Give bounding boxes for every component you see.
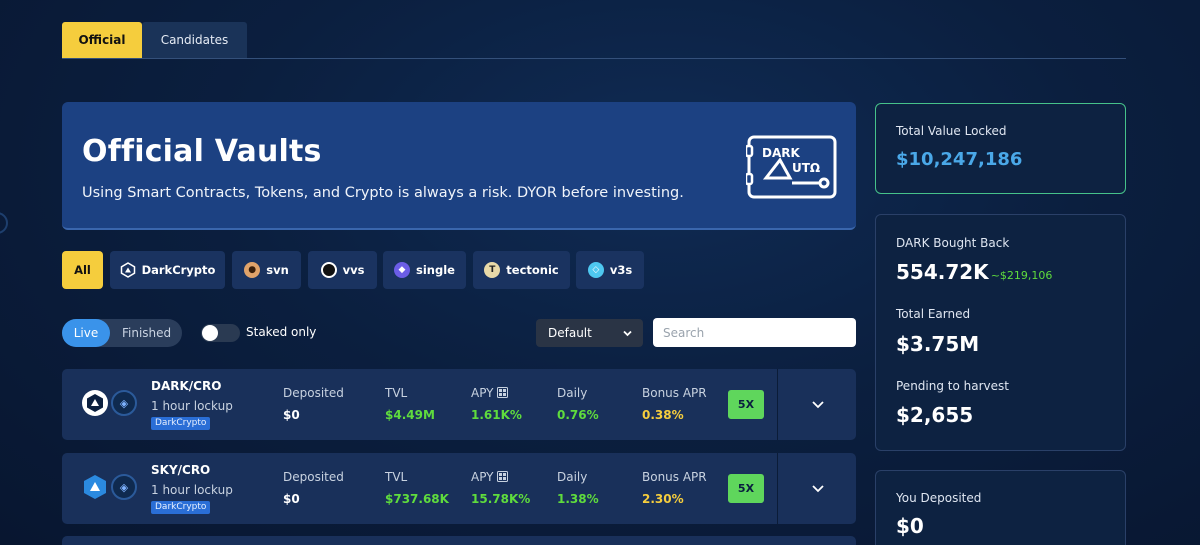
vvs-icon	[320, 262, 337, 278]
filter-vvs[interactable]: vvs	[308, 251, 377, 289]
filter-label: DarkCrypto	[141, 263, 216, 277]
you-deposited-card: You Deposited $0	[875, 470, 1126, 545]
filter-label: svn	[266, 263, 289, 277]
tvl-card-label: Total Value Locked	[896, 124, 1007, 138]
switch-knob	[202, 325, 218, 341]
filter-v3s[interactable]: ◇ v3s	[576, 251, 644, 289]
deposited-label: Deposited	[283, 470, 344, 484]
tab-official[interactable]: Official	[62, 22, 142, 58]
apy-label-text: APY	[471, 470, 494, 484]
cro-token-icon: ◈	[111, 390, 137, 416]
pending-harvest-label: Pending to harvest	[896, 379, 1009, 393]
you-deposited-value: $0	[896, 514, 924, 538]
sky-token-icon	[82, 474, 108, 500]
tvl-card-value: $10,247,186	[896, 149, 1023, 170]
deposited-value: $0	[283, 492, 300, 506]
darkvault-logo: DARK UTΩ	[744, 134, 838, 200]
bonus-apr-value: 0.38%	[642, 408, 684, 422]
buyback-stats-card: DARK Bought Back 554.72K ~$219,106 Total …	[875, 214, 1126, 451]
apy-value: 1.61K%	[471, 408, 522, 422]
filter-single[interactable]: ◆ single	[383, 251, 466, 289]
bought-back-value-row: 554.72K ~$219,106	[896, 260, 1052, 284]
boost-badge: 5X	[728, 474, 764, 503]
filter-label: All	[74, 263, 91, 277]
total-earned-value: $3.75M	[896, 332, 980, 356]
vault-row-sky-cro[interactable]: ◈ SKY/CRO 1 hour lockup DarkCrypto Depos…	[62, 453, 856, 524]
svn-icon: ●	[244, 262, 261, 278]
vault-row-partial[interactable]	[62, 536, 856, 545]
finished-option[interactable]: Finished	[122, 326, 171, 340]
apy-value: 15.78K%	[471, 492, 531, 506]
bought-back-usd: ~$219,106	[990, 269, 1053, 282]
expand-chevron-icon[interactable]	[807, 398, 829, 412]
vault-lockup: 1 hour lockup	[151, 483, 233, 497]
row-divider	[777, 369, 778, 440]
daily-value: 0.76%	[557, 408, 599, 422]
chevron-down-icon	[623, 330, 632, 337]
logo-text-top: DARK	[762, 146, 800, 160]
pending-harvest-value: $2,655	[896, 403, 974, 427]
bonus-apr-value: 2.30%	[642, 492, 684, 506]
tvl-value: $737.68K	[385, 492, 449, 506]
bought-back-label: DARK Bought Back	[896, 236, 1010, 250]
page-title: Official Vaults	[82, 134, 322, 169]
filter-label: vvs	[342, 263, 365, 277]
v3s-icon: ◇	[587, 262, 604, 278]
tvl-label: TVL	[385, 386, 408, 400]
apy-label: APY	[471, 470, 508, 484]
filter-label: v3s	[609, 263, 633, 277]
filter-label: single	[416, 263, 455, 277]
side-ring-decoration	[0, 212, 8, 234]
vault-tabs: Official Candidates	[62, 22, 1126, 59]
row-divider	[777, 453, 778, 524]
tab-candidates[interactable]: Candidates	[142, 22, 247, 58]
deposited-label: Deposited	[283, 386, 344, 400]
daily-label: Daily	[557, 470, 588, 484]
single-icon: ◆	[394, 262, 411, 278]
bonus-apr-label: Bonus APR	[642, 470, 707, 484]
risk-disclaimer: Using Smart Contracts, Tokens, and Crypt…	[82, 185, 684, 201]
sort-dropdown[interactable]: Default	[536, 319, 643, 347]
filter-label: tectonic	[506, 263, 559, 277]
live-finished-toggle: Live Finished	[62, 319, 182, 347]
bonus-apr-label: Bonus APR	[642, 386, 707, 400]
vault-pair: SKY/CRO	[151, 463, 211, 477]
cro-token-icon: ◈	[111, 474, 137, 500]
calculator-icon[interactable]	[496, 471, 508, 482]
vault-lockup: 1 hour lockup	[151, 399, 233, 413]
staked-only-label: Staked only	[246, 325, 317, 339]
platform-badge: DarkCrypto	[151, 417, 211, 430]
staked-only-switch[interactable]	[201, 324, 240, 342]
daily-value: 1.38%	[557, 492, 599, 506]
apy-label: APY	[471, 386, 508, 400]
calculator-icon[interactable]	[496, 387, 508, 398]
vault-pair: DARK/CRO	[151, 379, 222, 393]
sort-value: Default	[548, 326, 592, 340]
total-earned-label: Total Earned	[896, 307, 971, 321]
bought-back-value: 554.72K	[896, 260, 989, 284]
tvl-label: TVL	[385, 470, 408, 484]
official-vaults-banner: Official Vaults Using Smart Contracts, T…	[62, 102, 856, 230]
filter-svn[interactable]: ● svn	[232, 251, 301, 289]
boost-badge: 5X	[728, 390, 764, 419]
tvl-value: $4.49M	[385, 408, 435, 422]
platform-badge: DarkCrypto	[151, 501, 211, 514]
search-input[interactable]	[653, 318, 856, 347]
expand-chevron-icon[interactable]	[807, 482, 829, 496]
dark-token-icon	[82, 390, 108, 416]
filter-all[interactable]: All	[62, 251, 103, 289]
deposited-value: $0	[283, 408, 300, 422]
vault-row-dark-cro[interactable]: ◈ DARK/CRO 1 hour lockup DarkCrypto Depo…	[62, 369, 856, 440]
you-deposited-label: You Deposited	[896, 491, 982, 505]
tvl-card: Total Value Locked $10,247,186	[875, 103, 1126, 194]
apy-label-text: APY	[471, 386, 494, 400]
daily-label: Daily	[557, 386, 588, 400]
darkcrypto-icon	[120, 262, 136, 278]
live-option[interactable]: Live	[62, 319, 110, 347]
filter-tectonic[interactable]: T tectonic	[473, 251, 570, 289]
logo-text-bottom: UTΩ	[792, 161, 821, 175]
filter-darkcrypto[interactable]: DarkCrypto	[110, 251, 225, 289]
tectonic-icon: T	[484, 262, 501, 278]
